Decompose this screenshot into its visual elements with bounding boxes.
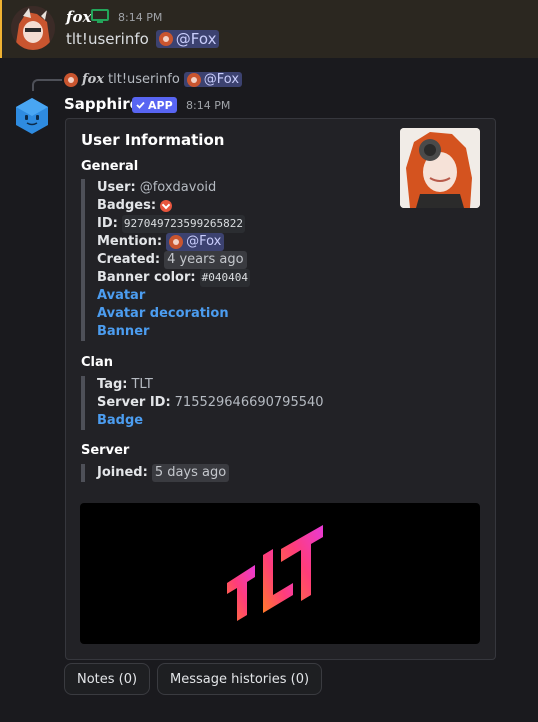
bot-name[interactable]: Sapphire: [64, 95, 140, 113]
badges-row: Badges:: [97, 197, 250, 215]
tag-label: Tag:: [97, 377, 128, 392]
tag-value: TLT: [131, 377, 153, 392]
clan-badge-link[interactable]: Badge: [97, 412, 143, 430]
reply-mention-label: @Fox: [203, 72, 240, 87]
checkmark-icon: [136, 101, 145, 109]
clan-heading: Clan: [81, 355, 114, 370]
decoration-link-row: Avatar decoration: [97, 305, 250, 323]
fox-avatar[interactable]: [11, 6, 55, 50]
general-section: User: @foxdavoid Badges: ID: 92704972359…: [81, 179, 250, 341]
created-row: Created: 4 years ago: [97, 251, 250, 269]
server-id-label: Server ID:: [97, 395, 171, 410]
user-label: User:: [97, 180, 136, 195]
banner-color-value: #040404: [199, 269, 250, 287]
desktop-status-icon: [91, 9, 109, 23]
message-histories-button[interactable]: Message histories (0): [157, 663, 323, 695]
general-heading: General: [81, 159, 139, 174]
id-row: ID: 927049723599265822: [97, 215, 250, 233]
tlt-logo-icon: [227, 525, 323, 621]
app-badge-label: APP: [148, 98, 173, 112]
profile-banner-image[interactable]: [80, 503, 480, 644]
joined-row: Joined: 5 days ago: [97, 464, 230, 482]
tag-row: Tag: TLT: [97, 376, 324, 394]
timestamp: 8:14 PM: [118, 11, 163, 24]
server-heading: Server: [81, 443, 130, 458]
id-label: ID:: [97, 216, 118, 231]
server-id-value: 715529646690795540: [174, 395, 324, 410]
embed-thumbnail[interactable]: [400, 128, 480, 208]
reply-mention-avatar-icon: [186, 72, 201, 87]
message-content: tlt!userinfo @Fox: [66, 30, 220, 48]
avatar-link[interactable]: Avatar: [97, 287, 145, 305]
reply-mention[interactable]: @Fox: [183, 72, 243, 87]
user-value: @foxdavoid: [139, 180, 217, 195]
mention-label: Mention:: [97, 234, 163, 249]
reply-preview[interactable]: fox tlt!userinfo @Fox: [64, 72, 243, 87]
author-name[interactable]: fox: [66, 8, 91, 26]
joined-value[interactable]: 5 days ago: [151, 464, 230, 482]
embed-title: User Information: [81, 131, 225, 149]
sapphire-bot-avatar[interactable]: [12, 96, 52, 136]
clan-badge-row: Badge: [97, 412, 324, 430]
banner-link[interactable]: Banner: [97, 323, 149, 341]
server-section: Joined: 5 days ago: [81, 464, 230, 482]
embed-user-mention[interactable]: @Fox: [166, 233, 225, 251]
reply-connector: [32, 79, 62, 91]
reply-command: tlt!userinfo: [108, 72, 180, 87]
user-message: fox 8:14 PM tlt!userinfo @Fox: [0, 0, 538, 58]
badges-label: Badges:: [97, 198, 157, 213]
avatar-link-row: Avatar: [97, 287, 250, 305]
server-id-row: Server ID: 715529646690795540: [97, 394, 324, 412]
reply-avatar-icon: [64, 72, 78, 87]
clan-section: Tag: TLT Server ID: 715529646690795540 B…: [81, 376, 324, 430]
id-value: 927049723599265822: [121, 215, 246, 233]
mention-row: Mention: @Fox: [97, 233, 250, 251]
bot-timestamp: 8:14 PM: [186, 99, 231, 112]
user-mention[interactable]: @Fox: [155, 30, 220, 48]
mention-avatar-icon: [158, 32, 173, 46]
command-text: tlt!userinfo: [66, 30, 149, 48]
banner-color-row: Banner color: #040404: [97, 269, 250, 287]
user-info-embed: User Information General User: @foxdavoi…: [65, 118, 496, 660]
app-badge: APP: [132, 97, 177, 113]
badge-icon[interactable]: [160, 200, 173, 212]
created-label: Created:: [97, 252, 161, 267]
banner-link-row: Banner: [97, 323, 250, 341]
embed-mention-avatar-icon: [169, 235, 184, 249]
mention-label: @Fox: [175, 30, 217, 48]
avatar-decoration-link[interactable]: Avatar decoration: [97, 305, 229, 323]
reply-author[interactable]: fox: [82, 72, 104, 87]
joined-label: Joined:: [97, 465, 148, 480]
notes-button[interactable]: Notes (0): [64, 663, 151, 695]
created-value[interactable]: 4 years ago: [164, 251, 247, 269]
embed-mention-text: @Fox: [186, 234, 222, 249]
user-row: User: @foxdavoid: [97, 179, 250, 197]
banner-color-label: Banner color:: [97, 270, 196, 285]
